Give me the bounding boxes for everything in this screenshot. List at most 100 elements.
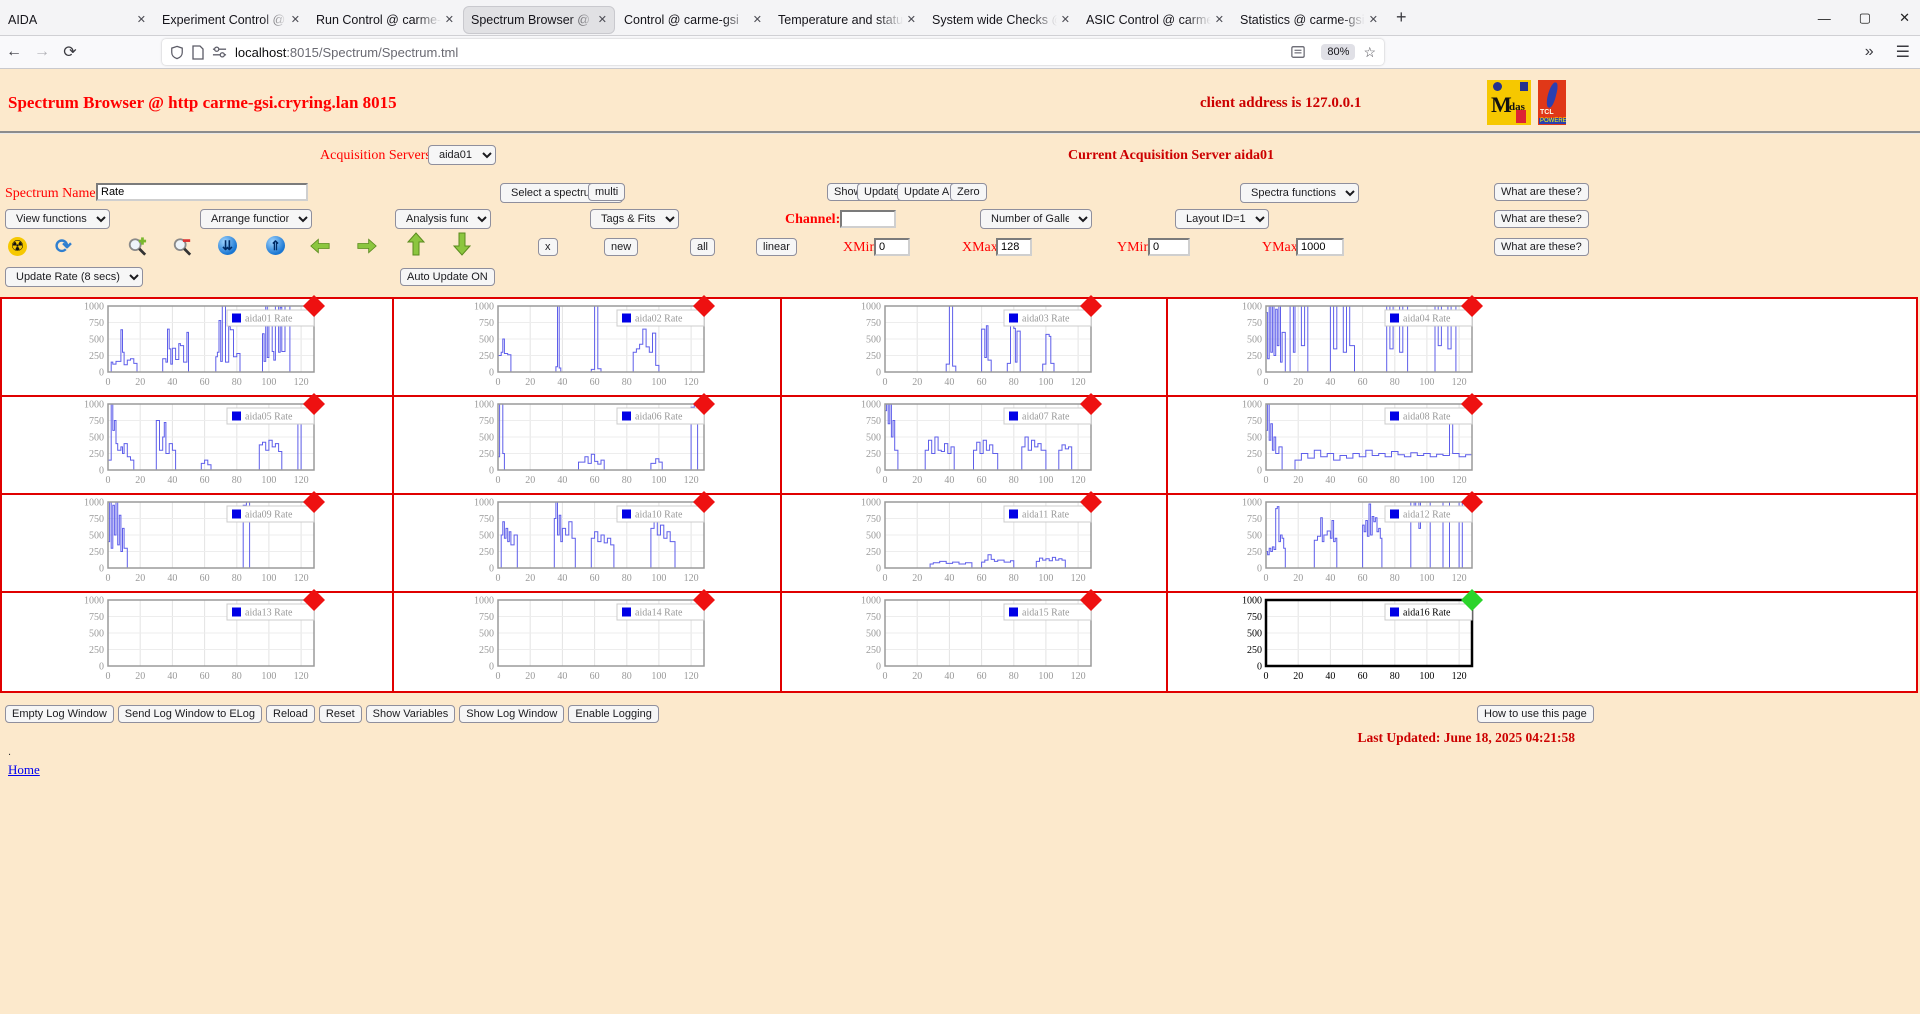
multi-button[interactable]: multi bbox=[588, 183, 626, 201]
acquisition-server-select[interactable]: aida01 bbox=[428, 145, 496, 165]
zoom-out-icon[interactable] bbox=[172, 236, 192, 256]
gallery-cell-aida06[interactable]: 0 250 500 750 1000 0 20 40 60 80 100 120 aida06 Rate bbox=[394, 393, 782, 495]
shield-icon[interactable] bbox=[170, 45, 184, 60]
gallery-cell-aida01[interactable]: 0 250 500 750 1000 0 20 40 60 80 100 120 aida01 Rate bbox=[2, 295, 394, 397]
refresh-icon[interactable]: ⟳ bbox=[55, 234, 72, 259]
arrange-functions-dropdown[interactable]: Arrange functions bbox=[200, 209, 312, 229]
gallery-cell-aida13[interactable]: 0 250 500 750 1000 0 20 40 60 80 100 120 aida13 Rate bbox=[2, 589, 394, 691]
analysis-functions-dropdown[interactable]: Analysis functions bbox=[395, 209, 491, 229]
how-to-use-button[interactable]: How to use this page bbox=[1477, 705, 1594, 723]
bookmark-star-icon[interactable]: ☆ bbox=[1363, 44, 1376, 61]
svg-text:500: 500 bbox=[1247, 433, 1262, 444]
empty-log-window-button[interactable]: Empty Log Window bbox=[5, 705, 114, 723]
all-button[interactable]: all bbox=[690, 238, 716, 256]
xmax-input[interactable] bbox=[996, 238, 1032, 256]
enable-logging-button[interactable]: Enable Logging bbox=[568, 705, 659, 723]
collapse-icon[interactable]: ⇊ bbox=[218, 236, 237, 255]
tab-close-icon[interactable]: ✕ bbox=[594, 13, 607, 26]
midas-logo-shield bbox=[1520, 82, 1528, 91]
minimize-icon[interactable]: — bbox=[1818, 11, 1831, 26]
tab-close-icon[interactable]: ✕ bbox=[1211, 13, 1224, 26]
gallery-cell-aida03[interactable]: 0 250 500 750 1000 0 20 40 60 80 100 120 aida03 Rate bbox=[782, 295, 1168, 397]
what-are-these-button-3[interactable]: What are these? bbox=[1494, 238, 1589, 256]
back-icon[interactable]: ← bbox=[0, 43, 28, 61]
tags-fits-dropdown[interactable]: Tags & Fits bbox=[590, 209, 679, 229]
expand-icon[interactable]: ⇑ bbox=[266, 236, 285, 255]
forward-icon[interactable]: → bbox=[28, 43, 56, 61]
gallery-cell-aida08[interactable]: 0 250 500 750 1000 0 20 40 60 80 100 120 aida08 Rate bbox=[1168, 393, 1916, 495]
x-axis-button[interactable]: x bbox=[538, 238, 558, 256]
close-icon[interactable]: ✕ bbox=[1899, 10, 1910, 26]
new-button[interactable]: new bbox=[604, 238, 639, 256]
tab-close-icon[interactable]: ✕ bbox=[441, 13, 454, 26]
arrow-down-icon[interactable] bbox=[452, 232, 472, 256]
what-are-these-button-2[interactable]: What are these? bbox=[1494, 210, 1589, 228]
ymax-input[interactable] bbox=[1296, 238, 1344, 256]
arrow-right-icon[interactable] bbox=[357, 236, 377, 256]
gallery-cell-aida09[interactable]: 0 250 500 750 1000 0 20 40 60 80 100 120 aida09 Rate bbox=[2, 491, 394, 593]
tab-close-icon[interactable]: ✕ bbox=[133, 13, 146, 26]
tab-close-icon[interactable]: ✕ bbox=[1365, 13, 1378, 26]
overflow-menu-icon[interactable]: » bbox=[1865, 43, 1874, 61]
what-are-these-button-1[interactable]: What are these? bbox=[1494, 183, 1589, 201]
gallery-cell-aida12[interactable]: 0 250 500 750 1000 0 20 40 60 80 100 120 aida12 Rate bbox=[1168, 491, 1916, 593]
home-link[interactable]: Home bbox=[8, 762, 40, 778]
browser-tab[interactable]: Spectrum Browser @ ca ✕ bbox=[463, 5, 615, 34]
browser-tab[interactable]: ASIC Control @ carme-g ✕ bbox=[1079, 6, 1231, 34]
browser-tab[interactable]: Statistics @ carme-gsi ✕ bbox=[1233, 6, 1385, 34]
reload-button[interactable]: Reload bbox=[266, 705, 315, 723]
send-log-window-to-elog-button[interactable]: Send Log Window to ELog bbox=[117, 705, 263, 723]
reload-icon[interactable]: ⟳ bbox=[56, 42, 84, 62]
number-of-galleries-dropdown[interactable]: Number of Galleries bbox=[980, 209, 1092, 229]
spectrum-name-input[interactable] bbox=[96, 183, 308, 201]
gallery-cell-aida14[interactable]: 0 250 500 750 1000 0 20 40 60 80 100 120 aida14 Rate bbox=[394, 589, 782, 691]
browser-tab[interactable]: Control @ carme-gsi ✕ bbox=[617, 6, 769, 34]
svg-text:40: 40 bbox=[1325, 671, 1335, 682]
browser-tab[interactable]: System wide Checks @ c✕ bbox=[925, 6, 1077, 34]
xmin-input[interactable] bbox=[874, 238, 910, 256]
svg-text:250: 250 bbox=[89, 351, 104, 362]
svg-text:1000: 1000 bbox=[84, 596, 104, 607]
browser-tab[interactable]: Run Control @ carme-gs ✕ bbox=[309, 6, 461, 34]
zero-button[interactable]: Zero bbox=[950, 183, 987, 201]
tab-close-icon[interactable]: ✕ bbox=[749, 13, 762, 26]
gallery-cell-aida16[interactable]: 0 250 500 750 1000 0 20 40 60 80 100 120 aida16 Rate bbox=[1168, 589, 1916, 691]
reset-button[interactable]: Reset bbox=[318, 705, 362, 723]
browser-tab[interactable]: Experiment Control @ ca✕ bbox=[155, 6, 307, 34]
radiation-icon[interactable]: ☢ bbox=[8, 237, 27, 256]
maximize-icon[interactable]: ▢ bbox=[1859, 10, 1871, 26]
gallery-cell-aida07[interactable]: 0 250 500 750 1000 0 20 40 60 80 100 120 aida07 Rate bbox=[782, 393, 1168, 495]
url-field[interactable]: localhost:8015/Spectrum/Spectrum.tml 80%… bbox=[162, 39, 1384, 65]
gallery-cell-aida11[interactable]: 0 250 500 750 1000 0 20 40 60 80 100 120 aida11 Rate bbox=[782, 491, 1168, 593]
channel-input[interactable] bbox=[840, 210, 896, 228]
show-variables-button[interactable]: Show Variables bbox=[365, 705, 456, 723]
permissions-icon[interactable] bbox=[212, 45, 227, 59]
browser-tab[interactable]: AIDA ✕ bbox=[1, 6, 153, 34]
view-functions-dropdown[interactable]: View functions bbox=[5, 209, 110, 229]
arrow-up-icon[interactable] bbox=[406, 232, 426, 256]
reader-mode-icon[interactable] bbox=[1291, 45, 1306, 59]
auto-update-button[interactable]: Auto Update ON bbox=[400, 268, 495, 286]
gallery-cell-aida15[interactable]: 0 250 500 750 1000 0 20 40 60 80 100 120 aida15 Rate bbox=[782, 589, 1168, 691]
tab-close-icon[interactable]: ✕ bbox=[287, 13, 300, 26]
arrow-left-icon[interactable] bbox=[310, 236, 330, 256]
gallery-cell-aida02[interactable]: 0 250 500 750 1000 0 20 40 60 80 100 120 aida02 Rate bbox=[394, 295, 782, 397]
hamburger-menu-icon[interactable]: ☰ bbox=[1896, 42, 1910, 62]
page-info-icon[interactable] bbox=[192, 44, 204, 60]
zoom-in-icon[interactable] bbox=[127, 236, 147, 256]
gallery-cell-aida10[interactable]: 0 250 500 750 1000 0 20 40 60 80 100 120 aida10 Rate bbox=[394, 491, 782, 593]
gallery-cell-aida04[interactable]: 0 250 500 750 1000 0 20 40 60 80 100 120 aida04 Rate bbox=[1168, 295, 1916, 397]
linear-button[interactable]: linear bbox=[756, 238, 797, 256]
show-log-window-button[interactable]: Show Log Window bbox=[459, 705, 565, 723]
url-text[interactable]: localhost:8015/Spectrum/Spectrum.tml bbox=[235, 45, 1291, 60]
ymin-input[interactable] bbox=[1148, 238, 1190, 256]
update-rate-dropdown[interactable]: Update Rate (8 secs) bbox=[5, 267, 143, 287]
tab-close-icon[interactable]: ✕ bbox=[903, 13, 916, 26]
tab-close-icon[interactable]: ✕ bbox=[1057, 13, 1070, 26]
spectra-functions-dropdown[interactable]: Spectra functions bbox=[1240, 183, 1359, 203]
zoom-level-badge[interactable]: 80% bbox=[1321, 44, 1356, 60]
browser-tab[interactable]: Temperature and status s✕ bbox=[771, 6, 923, 34]
layout-id-dropdown[interactable]: Layout ID=1 bbox=[1175, 209, 1269, 229]
gallery-cell-aida05[interactable]: 0 250 500 750 1000 0 20 40 60 80 100 120 aida05 Rate bbox=[2, 393, 394, 495]
new-tab-button[interactable]: + bbox=[1386, 7, 1417, 28]
